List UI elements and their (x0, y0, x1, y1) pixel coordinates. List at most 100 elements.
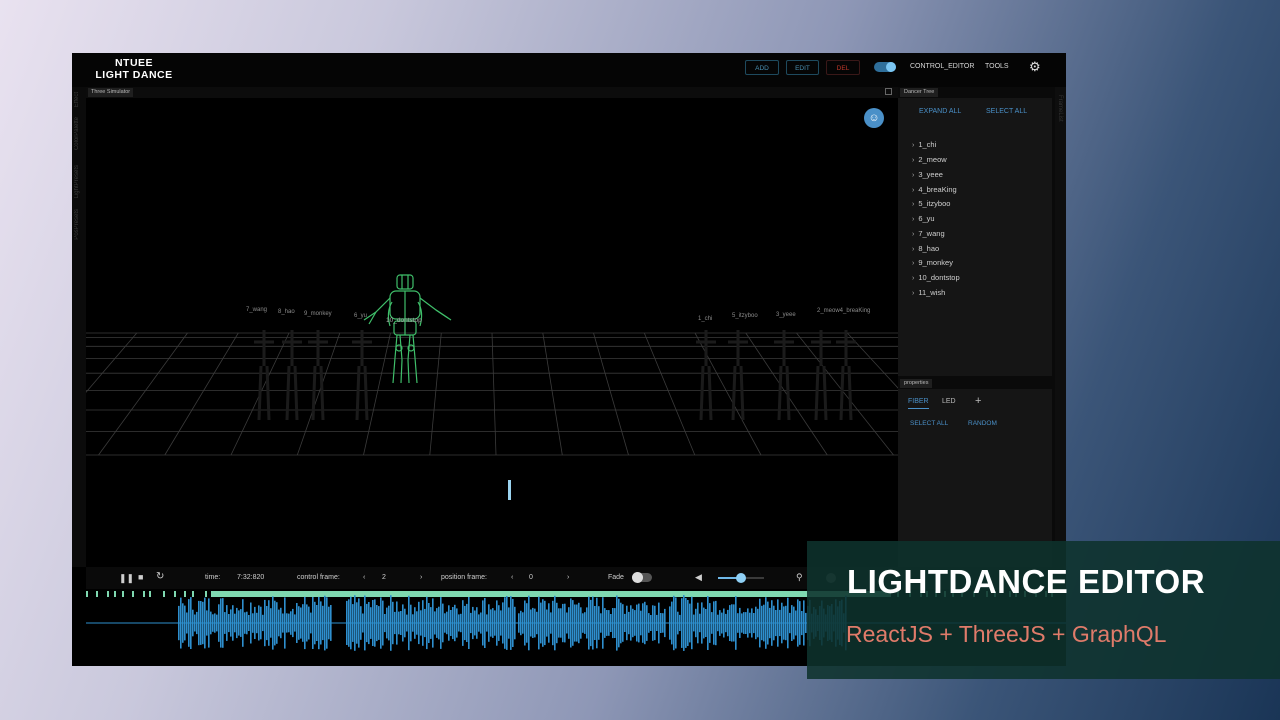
tab-led[interactable]: LED (942, 398, 956, 405)
dancer-tree: EXPAND ALL SELECT ALL › 1_chi › 2_meow › 3_… (898, 98, 1052, 376)
maximize-icon[interactable] (885, 88, 892, 95)
simulator-tab[interactable]: Three Simulator (88, 88, 134, 97)
control-frame-next-icon[interactable]: › (420, 574, 422, 581)
add-tab-icon[interactable]: + (975, 395, 981, 407)
left-tab-effect[interactable]: Effect (74, 92, 80, 107)
dancer-item[interactable]: › 10_dontstop (912, 273, 960, 282)
select-all-parts-button[interactable]: SELECT ALL (910, 420, 948, 427)
frame-marker (471, 591, 473, 597)
fade-toggle[interactable] (632, 572, 652, 583)
dancer-leg (293, 365, 299, 421)
editor-mode-toggle[interactable] (874, 62, 896, 72)
waveform-bar (212, 614, 214, 632)
waveform-bar (446, 611, 448, 635)
edit-button[interactable]: EDIT (786, 60, 819, 75)
frame-list-tab[interactable]: FrameList (1057, 95, 1063, 122)
waveform-bar (320, 601, 322, 645)
waveform-bar (204, 597, 206, 649)
dancer-item[interactable]: › 8_hao (912, 244, 939, 253)
waveform-bar (512, 598, 514, 647)
add-button[interactable]: ADD (745, 60, 779, 75)
position-frame-next-icon[interactable]: › (567, 574, 569, 581)
waveform-bar (460, 613, 462, 633)
app-logo[interactable]: NTUEE LIGHT DANCE (88, 57, 180, 81)
left-tab-pos-presets[interactable]: PosPresets (74, 209, 80, 240)
waveform-bar (302, 604, 304, 642)
waveform-bar (486, 614, 488, 632)
dancer-item[interactable]: › 11_wish (912, 288, 945, 297)
waveform-bar (725, 613, 727, 633)
position-frame-prev-icon[interactable]: ‹ (511, 574, 513, 581)
control-editor-button[interactable]: CONTROL_EDITOR (910, 63, 974, 70)
frame-marker (436, 591, 438, 597)
control-frame-value[interactable]: 2 (382, 574, 386, 581)
waveform-bar (787, 597, 789, 649)
chevron-right-icon: › (912, 275, 915, 282)
tab-fiber[interactable]: FIBER (908, 398, 929, 409)
dancer-item[interactable]: › 4_breaKing (912, 185, 957, 194)
frame-marker (132, 591, 134, 597)
waveform-bar (426, 596, 428, 650)
settings-gear-icon[interactable]: ⚙ (1029, 59, 1041, 75)
volume-icon[interactable]: ◀ (695, 572, 702, 583)
dancer-item[interactable]: › 3_yeee (912, 170, 943, 179)
waveform-bar (286, 613, 288, 633)
properties-tab[interactable]: properties (900, 379, 933, 388)
waveform-bar (669, 606, 671, 640)
waveform-bar (292, 608, 294, 638)
frame-marker (163, 591, 165, 597)
waveform-bar (795, 610, 797, 636)
dancer-item[interactable]: › 9_monkey (912, 258, 953, 267)
dancer-leg (739, 365, 745, 421)
waveform-bar (747, 608, 749, 638)
volume-knob[interactable] (736, 573, 746, 583)
waveform-bar (538, 596, 540, 650)
dancer-item[interactable]: › 5_itzyboo (912, 199, 950, 208)
volume-slider[interactable] (718, 573, 764, 583)
background-dancer (774, 330, 794, 421)
right-side-tab[interactable]: FrameList (1055, 87, 1066, 567)
pause-icon[interactable]: ❚❚ (119, 573, 134, 584)
select-all-dancers-button[interactable]: SELECT ALL (986, 108, 1027, 115)
left-tab-color-palette[interactable]: ColorPalette (74, 117, 80, 150)
waveform-bar (526, 603, 528, 643)
waveform-bar (769, 607, 771, 639)
waveform-bar (544, 600, 546, 646)
dancer-tree-tab[interactable]: Dancer Tree (900, 88, 939, 97)
random-button[interactable]: RANDOM (968, 420, 997, 427)
position-frame-value[interactable]: 0 (529, 574, 533, 581)
control-frame-prev-icon[interactable]: ‹ (363, 574, 365, 581)
dancer-item[interactable]: › 6_yu (912, 214, 935, 223)
stop-icon[interactable]: ■ (138, 572, 143, 582)
chevron-right-icon: › (912, 260, 915, 267)
zoom-icon[interactable]: ⚲ (796, 572, 803, 583)
waveform-bar (713, 601, 715, 645)
dancer-item[interactable]: › 7_wang (912, 229, 945, 238)
waveform-bar (616, 595, 618, 651)
frame-marker (241, 591, 243, 597)
frame-marker (356, 591, 358, 597)
waveform-bar (364, 595, 366, 651)
waveform-bar (442, 603, 444, 643)
waveform-bar (644, 601, 646, 645)
dancer-label-yu: 6_yu (354, 313, 368, 319)
tools-button[interactable]: TOOLS (985, 63, 1009, 70)
waveform-bar (675, 597, 677, 649)
dancer-leg (707, 365, 713, 421)
background-dancer (728, 330, 748, 421)
waveform-bar (693, 614, 695, 632)
dancer-leg (847, 365, 853, 421)
reload-icon[interactable]: ↻ (156, 571, 164, 582)
waveform-bar (474, 610, 476, 636)
del-button[interactable]: DEL (826, 60, 860, 75)
dancer-item[interactable]: › 1_chi (912, 140, 936, 149)
expand-all-button[interactable]: EXPAND ALL (919, 108, 961, 115)
dancer-label-wang: 7_wang (246, 307, 268, 313)
left-tab-light-presets[interactable]: LightPresets (74, 165, 80, 198)
three-simulator-viewport[interactable]: ☺ 7_wang 8_hao 9_monkey 6_yu 10_dontstop… (86, 98, 898, 568)
waveform-bar (350, 596, 352, 650)
waveform-bar (384, 614, 386, 633)
frame-marker (143, 591, 145, 597)
dancer-item[interactable]: › 2_meow (912, 155, 947, 164)
person-pose-icon[interactable]: ☺ (864, 108, 884, 128)
